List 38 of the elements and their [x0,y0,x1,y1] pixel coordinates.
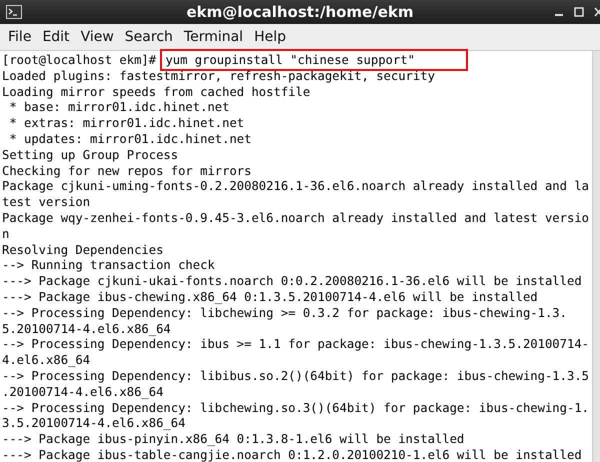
terminal-icon [6,5,22,19]
output-line: Setting up Group Process [2,148,178,162]
output-line: ---> Package ibus-table-cangjie.noarch 0:1.2.0.20100210-1.el6 will be installed [2,448,582,462]
output-line: * updates: mirror01.idc.hinet.net [8,132,252,146]
output-line: Package wqy-zenhei-fonts-0.9.45-3.el6.noarch already installed and latest versio [2,210,589,225]
output-line: ---> Package ibus-chewing.x86_64 0:1.3.5.20100714-4.el6 will be installed [2,290,538,304]
command-text: yum groupinstall "chinese support" [163,52,465,68]
output-line: 5.20100714-4.el6.x86_64 [2,322,171,336]
output-line: --> Processing Dependency: ibus >= 1.1 for package: ibus-chewing-1.3.5.20100714- [2,337,589,352]
maximize-icon[interactable] [574,7,584,17]
menu-item[interactable]: Terminal [180,29,250,45]
menu-item[interactable]: Help [250,29,293,45]
output-line: --> Processing Dependency: libchewing.so.3()(64bit) for package: ibus-chewing-1. [2,400,589,415]
output-line: * extras: mirror01.idc.hinet.net [8,116,244,130]
output-line: .20100714-4.el6.x86_64 [2,384,164,399]
close-icon[interactable] [594,7,600,17]
output-line: test version [2,195,90,210]
output-line: 4.el6.x86_64 [2,353,90,368]
output-line: --> Running transaction check [2,258,215,272]
window-title: ekm@localhost:/home/ekm [186,3,414,21]
menu-item[interactable]: Edit [38,29,77,45]
output-line: Package cjkuni-uming-fonts-0.2.20080216.1-36.el6.noarch already installed and la [2,179,589,194]
output-line: ---> Package cjkuni-ukai-fonts.noarch 0:0.2.20080216.1-36.el6 will be installed [2,274,582,288]
output-line: --> Processing Dependency: libibus.so.2()(64bit) for package: ibus-chewing-1.3.5 [2,368,589,383]
shell-prompt: [root@localhost ekm]# [2,53,158,67]
output-line: n [2,226,10,241]
output-line: Checking for new repos for mirrors [2,164,252,178]
output-line: ---> Package ibus-pinyin.x86_64 0:1.3.8-1.el6 will be installed [2,432,464,446]
output-line: Loading mirror speeds from cached hostfile [2,84,310,99]
menu-item[interactable]: File [4,29,38,45]
menu-item[interactable]: View [76,29,121,45]
output-line: Loaded plugins: fastestmirror, refresh-packagekit, security [2,68,435,83]
output-line: * base: mirror01.idc.hinet.net [8,100,230,114]
output-line: 3.5.20100714-4.el6.x86_64 [2,416,186,430]
menu-item[interactable]: Search [120,29,180,45]
output-line: --> Processing Dependency: libchewing >= 0.3.2 for package: ibus-chewing-1.3. [2,306,567,320]
output-line: Resolving Dependencies [2,242,164,257]
scrollbar[interactable] [592,51,600,462]
